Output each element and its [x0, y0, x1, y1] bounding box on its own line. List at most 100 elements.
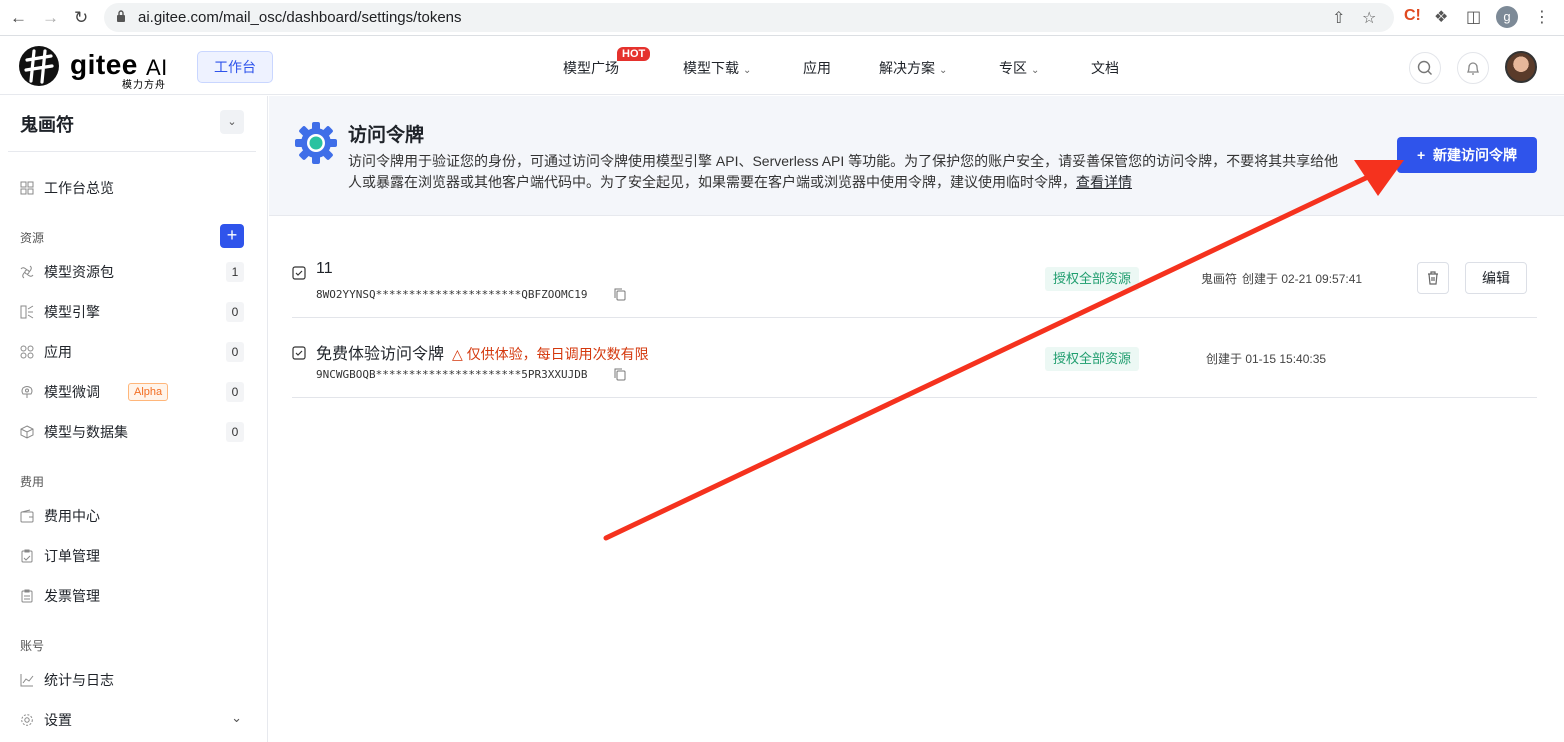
- bell-icon: [1466, 62, 1480, 75]
- back-icon[interactable]: ←: [10, 8, 27, 28]
- sidebar-item-apps[interactable]: 应用 0: [20, 340, 248, 364]
- token-row: 免费体验访问令牌 △ 仅供体验，每日调用次数有限 9NCWGBOQB*******…: [292, 319, 1537, 398]
- sidebar: 鬼画符 ⌄ 工作台总览 资源 + 模型资源包 1 模型引擎 0 应用 0 模型微…: [0, 96, 268, 742]
- count-badge: 0: [226, 422, 244, 442]
- star-icon[interactable]: ☆: [1362, 8, 1376, 28]
- fan-icon: [20, 265, 34, 279]
- chevron-down-icon[interactable]: ⌄: [231, 706, 242, 730]
- forward-icon[interactable]: →: [42, 8, 59, 28]
- browser-toolbar: ← → ↻ ai.gitee.com/mail_osc/dashboard/se…: [0, 0, 1564, 36]
- url-text: ai.gitee.com/mail_osc/dashboard/settings…: [138, 9, 462, 26]
- scope-badge: 授权全部资源: [1045, 347, 1140, 371]
- search-icon: [1417, 60, 1432, 75]
- token-gear-icon: [295, 122, 337, 164]
- count-badge: 1: [226, 262, 244, 282]
- gear-icon: [21, 714, 33, 726]
- workbench-button[interactable]: 工作台: [197, 51, 273, 83]
- workspace-switcher[interactable]: 鬼画符 ⌄: [8, 96, 256, 152]
- brain-icon: [21, 386, 33, 398]
- hot-badge: HOT: [617, 47, 651, 61]
- sidebar-item-label: 统计与日志: [44, 672, 114, 688]
- sidebar-item-models-datasets[interactable]: 模型与数据集 0: [20, 420, 248, 444]
- page-header: 访问令牌 访问令牌用于验证您的身份，可通过访问令牌使用模型引擎 API、Serv…: [269, 96, 1564, 216]
- notification-button[interactable]: [1457, 52, 1489, 84]
- token-name-text: 免费体验访问令牌: [316, 346, 445, 363]
- edit-button[interactable]: 编辑: [1465, 262, 1527, 294]
- sidebar-item-label: 模型与数据集: [44, 424, 128, 440]
- menu-label: 解决方案: [879, 60, 935, 76]
- sidebar-item-overview[interactable]: 工作台总览: [20, 176, 248, 200]
- sidebar-item-billing-center[interactable]: 费用中心: [20, 504, 248, 528]
- logo-subtitle: 模力方舟: [122, 80, 166, 91]
- grid-icon: [20, 181, 34, 195]
- menu-apps[interactable]: 应用: [803, 58, 831, 78]
- new-token-button[interactable]: + 新建访问令牌: [1397, 137, 1537, 173]
- chart-line-icon: [20, 674, 34, 687]
- sidebar-item-model-engine[interactable]: 模型引擎 0: [20, 300, 248, 324]
- add-resource-button[interactable]: +: [220, 224, 244, 248]
- user-avatar[interactable]: [1505, 51, 1537, 83]
- description-text: 访问令牌用于验证您的身份，可通过访问令牌使用模型引擎 API、Serverles…: [348, 153, 1339, 190]
- token-created: 创建于 02-21 09:57:41: [1242, 272, 1363, 286]
- search-button[interactable]: [1409, 52, 1441, 84]
- sidebar-item-label: 应用: [44, 344, 72, 360]
- token-icon: [292, 266, 306, 280]
- sidebar-item-stats-logs[interactable]: 统计与日志: [20, 668, 248, 692]
- sidebar-item-label: 模型引擎: [44, 304, 100, 320]
- section-billing: 费用: [20, 475, 45, 489]
- top-navigation: gitee AI 模力方舟 工作台 模型广场 HOT 模型下载 ⌄ 应用 解决方案…: [0, 37, 1564, 95]
- token-owner: 鬼画符: [1201, 272, 1238, 286]
- engine-icon: [20, 305, 34, 319]
- token-row: 11 8WO2YYNSQ**********************QBFZOO…: [292, 239, 1537, 318]
- token-name: 免费体验访问令牌 △ 仅供体验，每日调用次数有限: [316, 340, 649, 364]
- trash-icon: [1428, 271, 1438, 285]
- section-resources: 资源: [20, 231, 45, 245]
- menu-zones[interactable]: 专区 ⌄: [999, 58, 1039, 78]
- order-icon: [21, 549, 33, 563]
- count-badge: 0: [226, 342, 244, 362]
- wallet-icon: [20, 509, 34, 523]
- copy-icon[interactable]: [614, 368, 626, 381]
- menu-docs[interactable]: 文档: [1091, 58, 1119, 78]
- section-account: 账号: [20, 639, 45, 653]
- token-name: 11: [316, 260, 333, 277]
- side-panel-icon[interactable]: ◫: [1466, 7, 1481, 27]
- apps-icon: [20, 345, 34, 359]
- chevron-down-icon: ⌄: [1031, 65, 1040, 76]
- address-bar[interactable]: ai.gitee.com/mail_osc/dashboard/settings…: [104, 3, 1394, 32]
- view-details-link[interactable]: 查看详情: [1076, 174, 1132, 190]
- sidebar-item-settings[interactable]: 设置 ⌄: [20, 708, 248, 732]
- chevron-down-icon[interactable]: ⌄: [220, 110, 244, 134]
- copy-icon[interactable]: [614, 288, 626, 301]
- sidebar-item-label: 模型资源包: [44, 264, 114, 280]
- sidebar-item-model-packages[interactable]: 模型资源包 1: [20, 260, 248, 284]
- page-description: 访问令牌用于验证您的身份，可通过访问令牌使用模型引擎 API、Serverles…: [348, 151, 1348, 193]
- menu-model-square[interactable]: 模型广场: [563, 58, 619, 78]
- count-badge: 0: [226, 302, 244, 322]
- reload-icon[interactable]: ↻: [74, 8, 88, 28]
- menu-solutions[interactable]: 解决方案 ⌄: [879, 58, 947, 78]
- menu-model-download[interactable]: 模型下载 ⌄: [683, 58, 751, 78]
- extension-icon[interactable]: C!: [1404, 7, 1421, 25]
- sidebar-item-invoices[interactable]: 发票管理: [20, 584, 248, 608]
- share-icon[interactable]: ⇧: [1332, 8, 1345, 28]
- puzzle-icon[interactable]: ❖: [1434, 7, 1448, 27]
- token-key: 8WO2YYNSQ**********************QBFZOOMC1…: [316, 288, 588, 301]
- plus-icon: +: [1417, 147, 1426, 163]
- token-warning: △ 仅供体验，每日调用次数有限: [452, 346, 649, 362]
- warning-icon: △: [452, 346, 463, 362]
- lock-icon: [117, 10, 125, 22]
- chevron-down-icon: ⌄: [939, 65, 948, 76]
- more-icon[interactable]: ⋮: [1534, 7, 1550, 27]
- menu-label: 模型下载: [683, 60, 739, 76]
- sidebar-item-label: 设置: [44, 712, 72, 728]
- sidebar-item-orders[interactable]: 订单管理: [20, 544, 248, 568]
- token-icon: [292, 346, 306, 360]
- sidebar-item-fine-tune[interactable]: 模型微调 Alpha 0: [20, 380, 248, 404]
- scope-badge: 授权全部资源: [1045, 267, 1140, 291]
- sidebar-item-label: 发票管理: [44, 588, 100, 604]
- sidebar-item-label: 订单管理: [44, 548, 100, 564]
- workspace-name: 鬼画符: [20, 115, 74, 135]
- delete-button[interactable]: [1417, 262, 1449, 294]
- profile-avatar[interactable]: g: [1496, 6, 1518, 28]
